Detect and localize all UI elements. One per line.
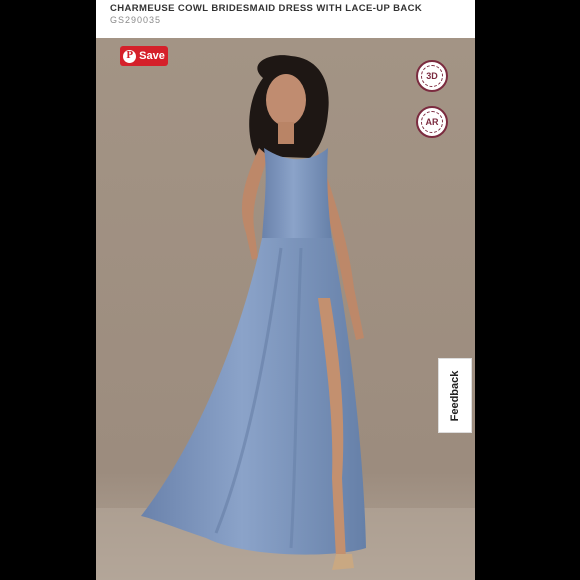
view-ar-button[interactable]: AR (416, 106, 448, 138)
pinterest-icon: P (123, 49, 137, 63)
feedback-label: Feedback (449, 370, 461, 421)
view-3d-label: 3D (426, 71, 438, 81)
view-3d-button[interactable]: 3D (416, 60, 448, 92)
product-image[interactable]: P Save 3D AR Feedback (96, 38, 475, 580)
product-sku: GS290035 (110, 15, 162, 25)
pinterest-save-button[interactable]: P Save (120, 46, 168, 66)
pinterest-save-label: Save (139, 50, 165, 62)
product-title: CHARMEUSE COWL BRIDESMAID DRESS WITH LAC… (110, 3, 423, 14)
product-page: CHARMEUSE COWL BRIDESMAID DRESS WITH LAC… (96, 0, 475, 580)
feedback-tab[interactable]: Feedback (438, 358, 472, 433)
3d-view-icon: 3D (421, 65, 443, 87)
ar-view-icon: AR (421, 111, 443, 133)
view-ar-label: AR (425, 117, 439, 127)
